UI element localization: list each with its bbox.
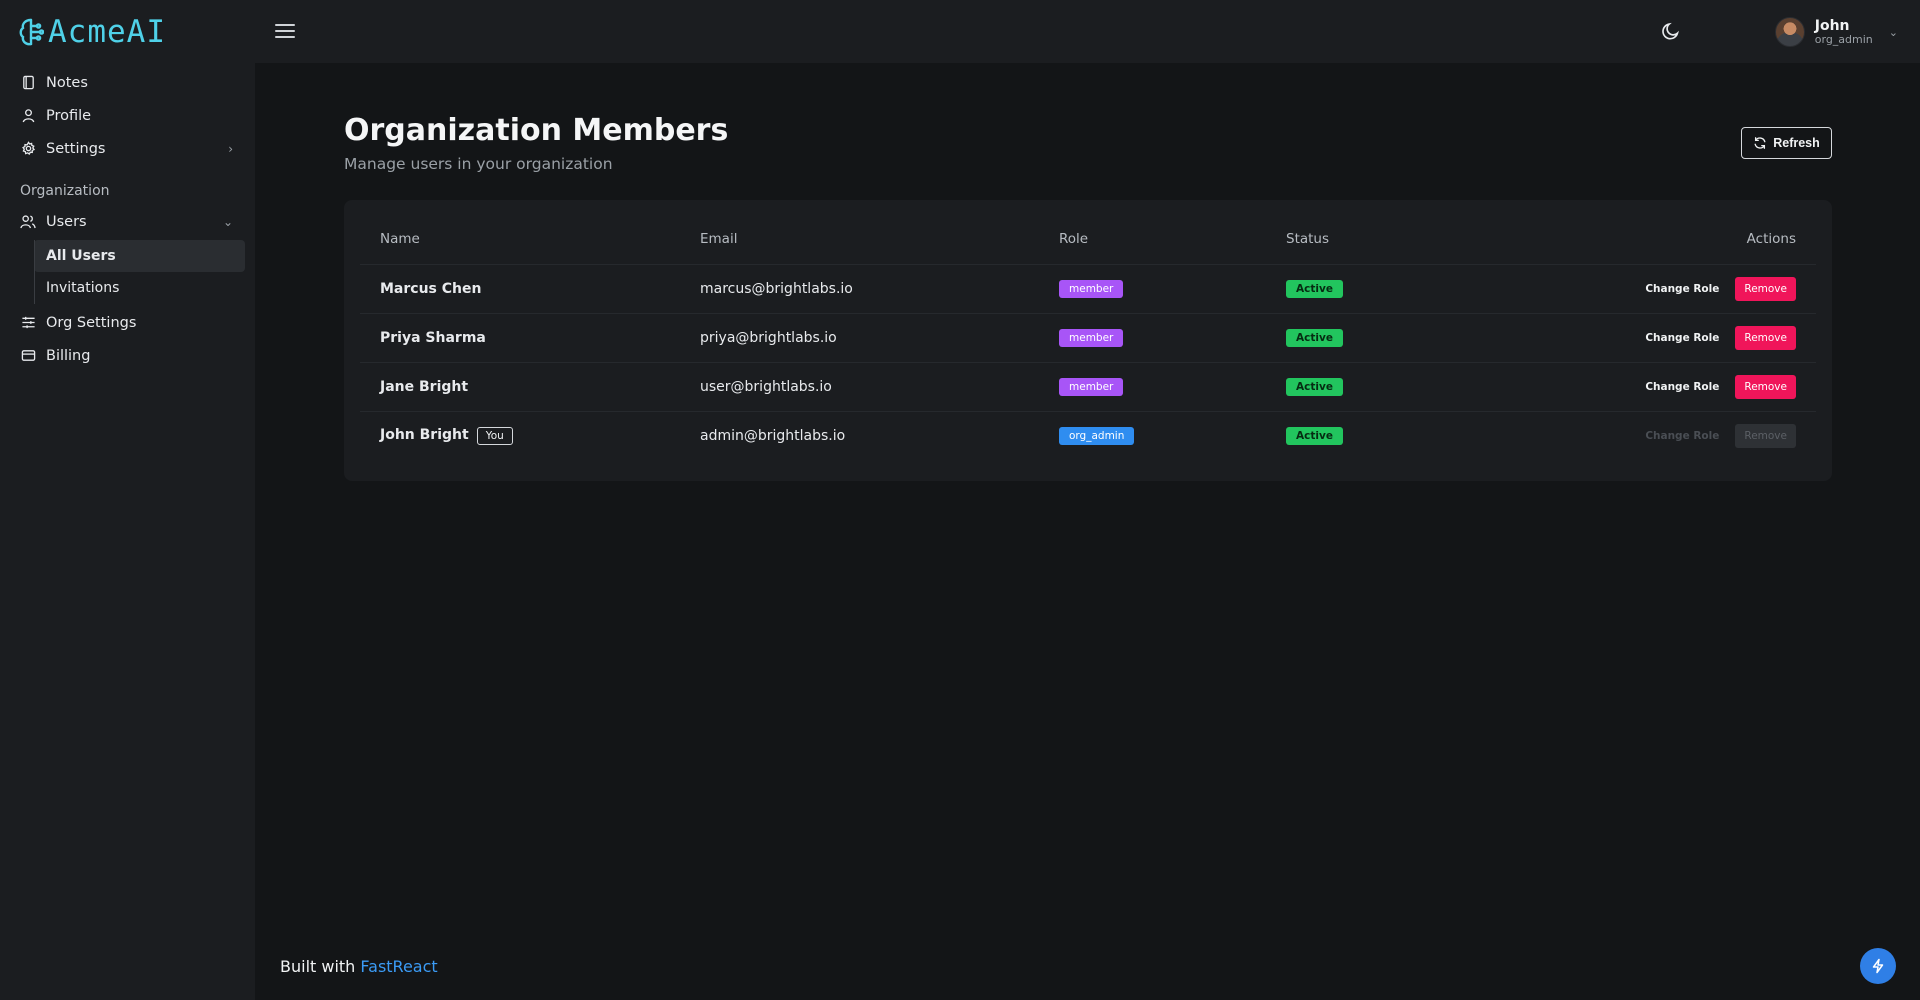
- sidebar-item-users[interactable]: Users ⌄: [0, 205, 255, 238]
- member-name: Jane Bright: [360, 362, 680, 412]
- sidebar-item-label: Notes: [46, 74, 88, 91]
- users-icon: [20, 214, 36, 230]
- refresh-icon: [1754, 137, 1766, 149]
- refresh-label: Refresh: [1773, 136, 1820, 150]
- page-title: Organization Members: [344, 113, 729, 148]
- app-root: AcmeAI Notes Profile Settings › Organiza…: [0, 0, 1920, 1000]
- topbar: John org_admin ⌄: [255, 0, 1920, 63]
- table-row: Marcus Chen marcus@brightlabs.io member …: [360, 264, 1816, 314]
- table-row: John Bright You admin@brightlabs.io org_a…: [360, 411, 1816, 460]
- lightning-button[interactable]: [1860, 948, 1896, 984]
- sidebar-item-label: Profile: [46, 107, 92, 124]
- user-name: John: [1814, 17, 1850, 34]
- user-menu[interactable]: John org_admin ⌄: [1774, 14, 1898, 50]
- sidebar-item-org-settings[interactable]: Org Settings: [0, 306, 255, 339]
- members-table: Name Email Role Status Actions Marcus Ch…: [360, 214, 1816, 460]
- avatar: [1774, 17, 1805, 47]
- logo[interactable]: AcmeAI: [18, 14, 166, 50]
- main-content: Organization Members Manage users in you…: [255, 63, 1920, 1000]
- chevron-down-icon: ⌄: [222, 214, 233, 229]
- sliders-icon: [20, 315, 36, 331]
- role-badge: org_admin: [1059, 426, 1135, 445]
- footer: Built with FastReact: [280, 957, 438, 976]
- member-name: Marcus Chen: [360, 264, 680, 314]
- remove-button-disabled: Remove: [1735, 423, 1796, 448]
- column-header-role: Role: [1039, 214, 1266, 265]
- hamburger-menu-icon[interactable]: [275, 20, 295, 42]
- role-badge: member: [1059, 279, 1124, 298]
- role-badge: member: [1059, 377, 1124, 396]
- sidebar-item-notes[interactable]: Notes: [0, 66, 255, 99]
- you-badge: You: [476, 426, 513, 445]
- member-name: Priya Sharma: [360, 313, 680, 363]
- sidebar-item-label: Settings: [46, 140, 106, 157]
- sidebar-item-profile[interactable]: Profile: [0, 99, 255, 132]
- remove-button[interactable]: Remove: [1735, 374, 1796, 399]
- lightning-icon: [1872, 958, 1884, 974]
- users-submenu: All Users Invitations: [34, 240, 255, 304]
- change-role-button[interactable]: Change Role: [1639, 327, 1725, 349]
- member-email: marcus@brightlabs.io: [680, 264, 1039, 314]
- member-name: John Bright: [380, 426, 469, 443]
- column-header-email: Email: [680, 214, 1039, 265]
- sidebar-item-label: Users: [46, 213, 87, 230]
- status-badge: Active: [1286, 377, 1343, 396]
- brain-logo-icon: [19, 18, 44, 46]
- chevron-down-icon: ⌄: [1888, 25, 1898, 39]
- role-badge: member: [1059, 328, 1124, 347]
- member-email: priya@brightlabs.io: [680, 313, 1039, 363]
- moon-icon[interactable]: [1660, 20, 1684, 44]
- remove-button[interactable]: Remove: [1735, 325, 1796, 350]
- sidebar-item-label: Billing: [46, 347, 91, 364]
- remove-button[interactable]: Remove: [1735, 276, 1796, 301]
- page-subtitle: Manage users in your organization: [344, 155, 613, 173]
- user-icon: [20, 108, 36, 124]
- table-row: Priya Sharma priya@brightlabs.io member …: [360, 313, 1816, 363]
- column-header-status: Status: [1266, 214, 1516, 265]
- sidebar-nav: Notes Profile Settings › Organization Us…: [0, 66, 255, 372]
- sidebar-item-invitations[interactable]: Invitations: [34, 272, 245, 304]
- column-header-name: Name: [360, 214, 680, 265]
- table-header-row: Name Email Role Status Actions: [360, 214, 1816, 265]
- credit-card-icon: [20, 348, 36, 364]
- sidebar-item-label: Org Settings: [46, 314, 137, 331]
- sidebar-item-billing[interactable]: Billing: [0, 339, 255, 372]
- change-role-button[interactable]: Change Role: [1639, 278, 1725, 300]
- change-role-button-disabled: Change Role: [1639, 425, 1725, 447]
- table-row: Jane Bright user@brightlabs.io member Ac…: [360, 362, 1816, 412]
- refresh-button[interactable]: Refresh: [1741, 127, 1832, 159]
- logo-text: AcmeAI: [48, 14, 166, 50]
- sidebar: AcmeAI Notes Profile Settings › Organiza…: [0, 0, 255, 1000]
- user-info: John org_admin: [1815, 19, 1873, 45]
- gear-icon: [20, 141, 36, 157]
- status-badge: Active: [1286, 328, 1343, 347]
- member-email: admin@brightlabs.io: [700, 427, 846, 444]
- column-header-actions: Actions: [1516, 214, 1816, 265]
- sidebar-item-all-users[interactable]: All Users: [34, 240, 245, 272]
- sidebar-section-organization: Organization: [20, 183, 110, 199]
- change-role-button[interactable]: Change Role: [1639, 376, 1725, 398]
- footer-prefix: Built with: [280, 957, 356, 976]
- status-badge: Active: [1286, 279, 1343, 298]
- notebook-icon: [20, 75, 36, 91]
- member-email: user@brightlabs.io: [680, 362, 1039, 412]
- footer-link-fastreact[interactable]: FastReact: [360, 957, 437, 976]
- status-badge: Active: [1286, 426, 1343, 445]
- members-card: Name Email Role Status Actions Marcus Ch…: [344, 200, 1832, 481]
- chevron-right-icon: ›: [228, 141, 233, 156]
- user-role: org_admin: [1814, 32, 1873, 46]
- sidebar-item-settings[interactable]: Settings ›: [0, 132, 255, 165]
